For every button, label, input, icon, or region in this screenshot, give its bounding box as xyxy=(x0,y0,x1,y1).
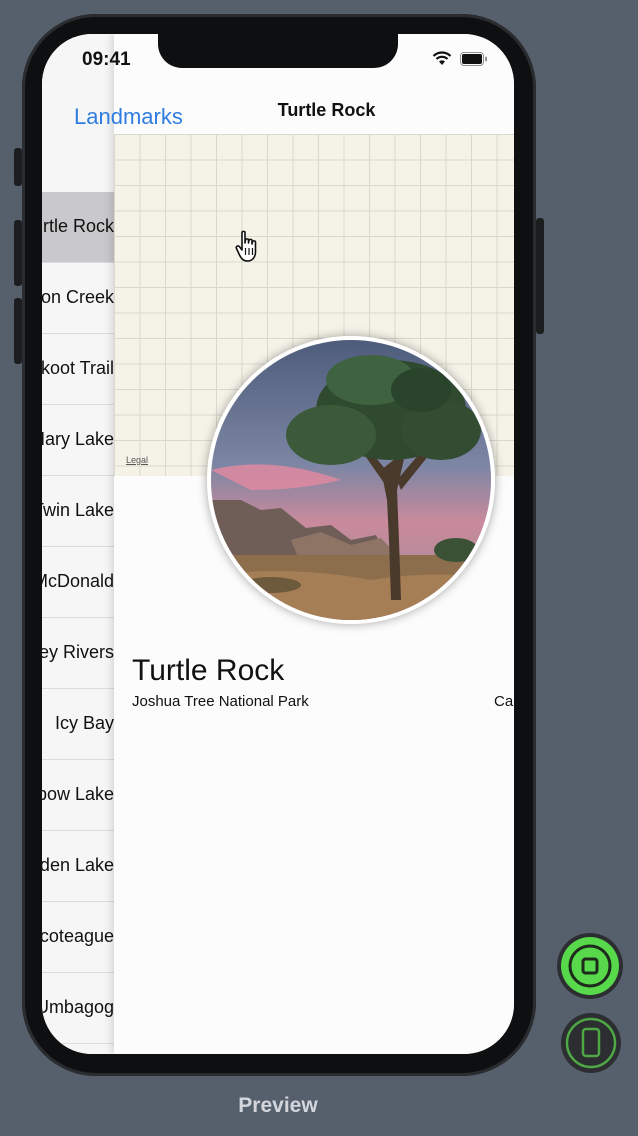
screen: 09:41 Turtle Rock Silver Salmon Creek Ch… xyxy=(42,34,514,1054)
list-item[interactable]: Hidden Lake xyxy=(42,831,114,902)
notch xyxy=(158,34,398,68)
state-name: California xyxy=(494,693,514,710)
list-item[interactable]: Lake Umbagog xyxy=(42,973,114,1044)
preview-label: Preview xyxy=(238,1094,318,1117)
landmark-list: Turtle Rock Silver Salmon Creek Chilkoot… xyxy=(42,34,114,1054)
landmark-image xyxy=(207,336,495,624)
park-name: Joshua Tree National Park xyxy=(132,693,309,710)
list-item[interactable]: Rainbow Lake xyxy=(42,760,114,831)
list-item[interactable]: Chilkoot Trail xyxy=(42,334,114,405)
list-item[interactable]: Charley Rivers xyxy=(42,618,114,689)
live-preview-button[interactable] xyxy=(557,933,623,999)
mute-switch xyxy=(14,148,22,186)
volume-down-button xyxy=(14,298,22,364)
map-legal-link[interactable]: Legal xyxy=(126,455,148,465)
play-preview-icon xyxy=(561,937,619,995)
pointer-hand-icon xyxy=(235,230,257,262)
list-item[interactable]: Twin Lake xyxy=(42,476,114,547)
back-button[interactable]: Landmarks xyxy=(74,104,183,130)
landmark-detail: Turtle Rock Legal Turtle Rock Joshua Tre… xyxy=(114,34,514,1054)
list-item[interactable]: Lake McDonald xyxy=(42,547,114,618)
battery-icon xyxy=(460,51,487,66)
volume-up-button xyxy=(14,220,22,286)
preview-on-device-button[interactable] xyxy=(561,1013,621,1073)
list-item[interactable]: Silver Salmon Creek xyxy=(42,263,114,334)
status-icons xyxy=(432,51,488,66)
device-icon xyxy=(565,1017,617,1069)
list-item[interactable]: Chincoteague xyxy=(42,902,114,973)
list-item[interactable]: St. Mary Lake xyxy=(42,405,114,476)
landmark-title: Turtle Rock xyxy=(132,654,285,687)
status-time: 09:41 xyxy=(82,49,131,70)
wifi-icon xyxy=(432,51,452,65)
list-item[interactable]: Icy Bay xyxy=(42,689,114,760)
list-item[interactable]: Turtle Rock xyxy=(42,192,114,263)
power-button xyxy=(536,218,544,334)
